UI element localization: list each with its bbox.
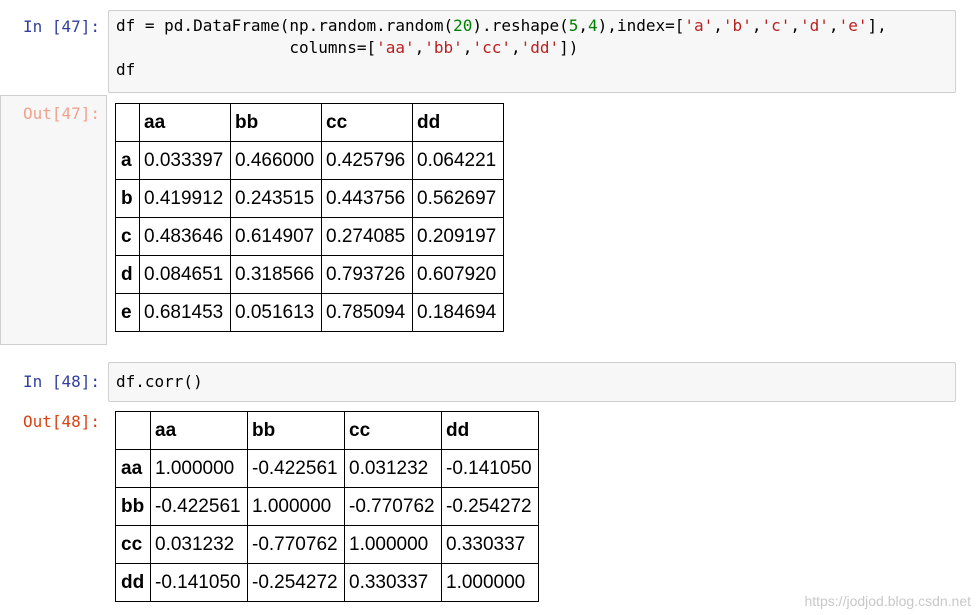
- row-index: b: [115, 179, 140, 218]
- column-header: dd: [412, 103, 504, 142]
- table-cell: 0.614907: [230, 217, 322, 256]
- column-header: dd: [441, 411, 539, 450]
- input-prompt-47: In [47]:: [22, 17, 100, 36]
- table-cell: 0.483646: [139, 217, 231, 256]
- table-cell: 0.031232: [150, 525, 248, 564]
- table-cell: -0.141050: [150, 563, 248, 602]
- column-header: aa: [150, 411, 248, 450]
- table-cell: 0.443756: [321, 179, 413, 218]
- table-cell: 0.051613: [230, 293, 322, 332]
- table-cell: 0.084651: [139, 255, 231, 294]
- table-cell: -0.141050: [441, 449, 539, 488]
- row-index: c: [115, 217, 140, 256]
- column-header: bb: [247, 411, 345, 450]
- row-index: e: [115, 293, 140, 332]
- row-index: dd: [115, 563, 151, 602]
- code-line-3: df: [116, 60, 136, 79]
- table-cell: 0.064221: [412, 141, 504, 180]
- table-cell: -0.254272: [441, 487, 539, 526]
- table-row: a 0.033397 0.466000 0.425796 0.064221: [115, 141, 504, 180]
- table-row: aa 1.000000 -0.422561 0.031232 -0.141050: [115, 449, 539, 488]
- table-cell: 0.681453: [139, 293, 231, 332]
- table-cell: 1.000000: [247, 487, 345, 526]
- row-index: a: [115, 141, 140, 180]
- table-cell: 0.419912: [139, 179, 231, 218]
- input-prompt-48: In [48]:: [22, 372, 100, 391]
- code-line-1: df.corr(): [116, 372, 203, 391]
- code-line-1: df = pd.DataFrame(np.random.random(20).r…: [116, 16, 887, 35]
- column-header: cc: [321, 103, 413, 142]
- table-cell: -0.254272: [247, 563, 345, 602]
- table-cell: 0.031232: [344, 449, 442, 488]
- table-cell: 0.274085: [321, 217, 413, 256]
- row-index: bb: [115, 487, 151, 526]
- table-cell: 0.209197: [412, 217, 504, 256]
- table-cell: 0.425796: [321, 141, 413, 180]
- table-row: cc 0.031232 -0.770762 1.000000 0.330337: [115, 525, 539, 564]
- table-cell: 0.243515: [230, 179, 322, 218]
- header-row: aa bb cc dd: [115, 103, 504, 142]
- column-header: cc: [344, 411, 442, 450]
- table-cell: 0.330337: [344, 563, 442, 602]
- table-cell: 0.466000: [230, 141, 322, 180]
- table-cell: 0.330337: [441, 525, 539, 564]
- table-cell: 0.785094: [321, 293, 413, 332]
- output-prompt-48: Out[48]:: [22, 412, 100, 431]
- table-cell: 0.033397: [139, 141, 231, 180]
- row-index: aa: [115, 449, 151, 488]
- table-row: dd -0.141050 -0.254272 0.330337 1.000000: [115, 563, 539, 602]
- table-row: bb -0.422561 1.000000 -0.770762 -0.254272: [115, 487, 539, 526]
- table-cell: 0.793726: [321, 255, 413, 294]
- table-cell: -0.770762: [247, 525, 345, 564]
- table-cell: 0.562697: [412, 179, 504, 218]
- table-cell: -0.422561: [247, 449, 345, 488]
- code-cell-48[interactable]: df.corr(): [108, 362, 956, 402]
- table-cell: 1.000000: [150, 449, 248, 488]
- table-cell: 0.318566: [230, 255, 322, 294]
- table-row: c 0.483646 0.614907 0.274085 0.209197: [115, 217, 504, 256]
- corr-table-48: aa bb cc dd aa 1.000000 -0.422561 0.031232 -0.14…: [115, 411, 539, 602]
- table-cell: -0.422561: [150, 487, 248, 526]
- column-header: aa: [139, 103, 231, 142]
- row-index: cc: [115, 525, 151, 564]
- output-scroll-area-47[interactable]: [0, 95, 107, 345]
- table-cell: -0.770762: [344, 487, 442, 526]
- table-row: e 0.681453 0.051613 0.785094 0.184694: [115, 293, 504, 332]
- table-row: d 0.084651 0.318566 0.793726 0.607920: [115, 255, 504, 294]
- corner-cell: [115, 411, 151, 450]
- table-cell: 1.000000: [344, 525, 442, 564]
- table-cell: 1.000000: [441, 563, 539, 602]
- table-cell: 0.184694: [412, 293, 504, 332]
- dataframe-table-47: aa bb cc dd a 0.033397 0.466000 0.425796 0.06422…: [115, 103, 504, 332]
- row-index: d: [115, 255, 140, 294]
- watermark: https://jodjod.blog.csdn.net: [804, 593, 971, 609]
- table-cell: 0.607920: [412, 255, 504, 294]
- corner-cell: [115, 103, 140, 142]
- output-prompt-47: Out[47]:: [22, 104, 100, 123]
- table-row: b 0.419912 0.243515 0.443756 0.562697: [115, 179, 504, 218]
- column-header: bb: [230, 103, 322, 142]
- code-cell-47[interactable]: df = pd.DataFrame(np.random.random(20).r…: [108, 10, 956, 93]
- header-row: aa bb cc dd: [115, 411, 539, 450]
- code-line-2: columns=['aa','bb','cc','dd']): [116, 38, 579, 57]
